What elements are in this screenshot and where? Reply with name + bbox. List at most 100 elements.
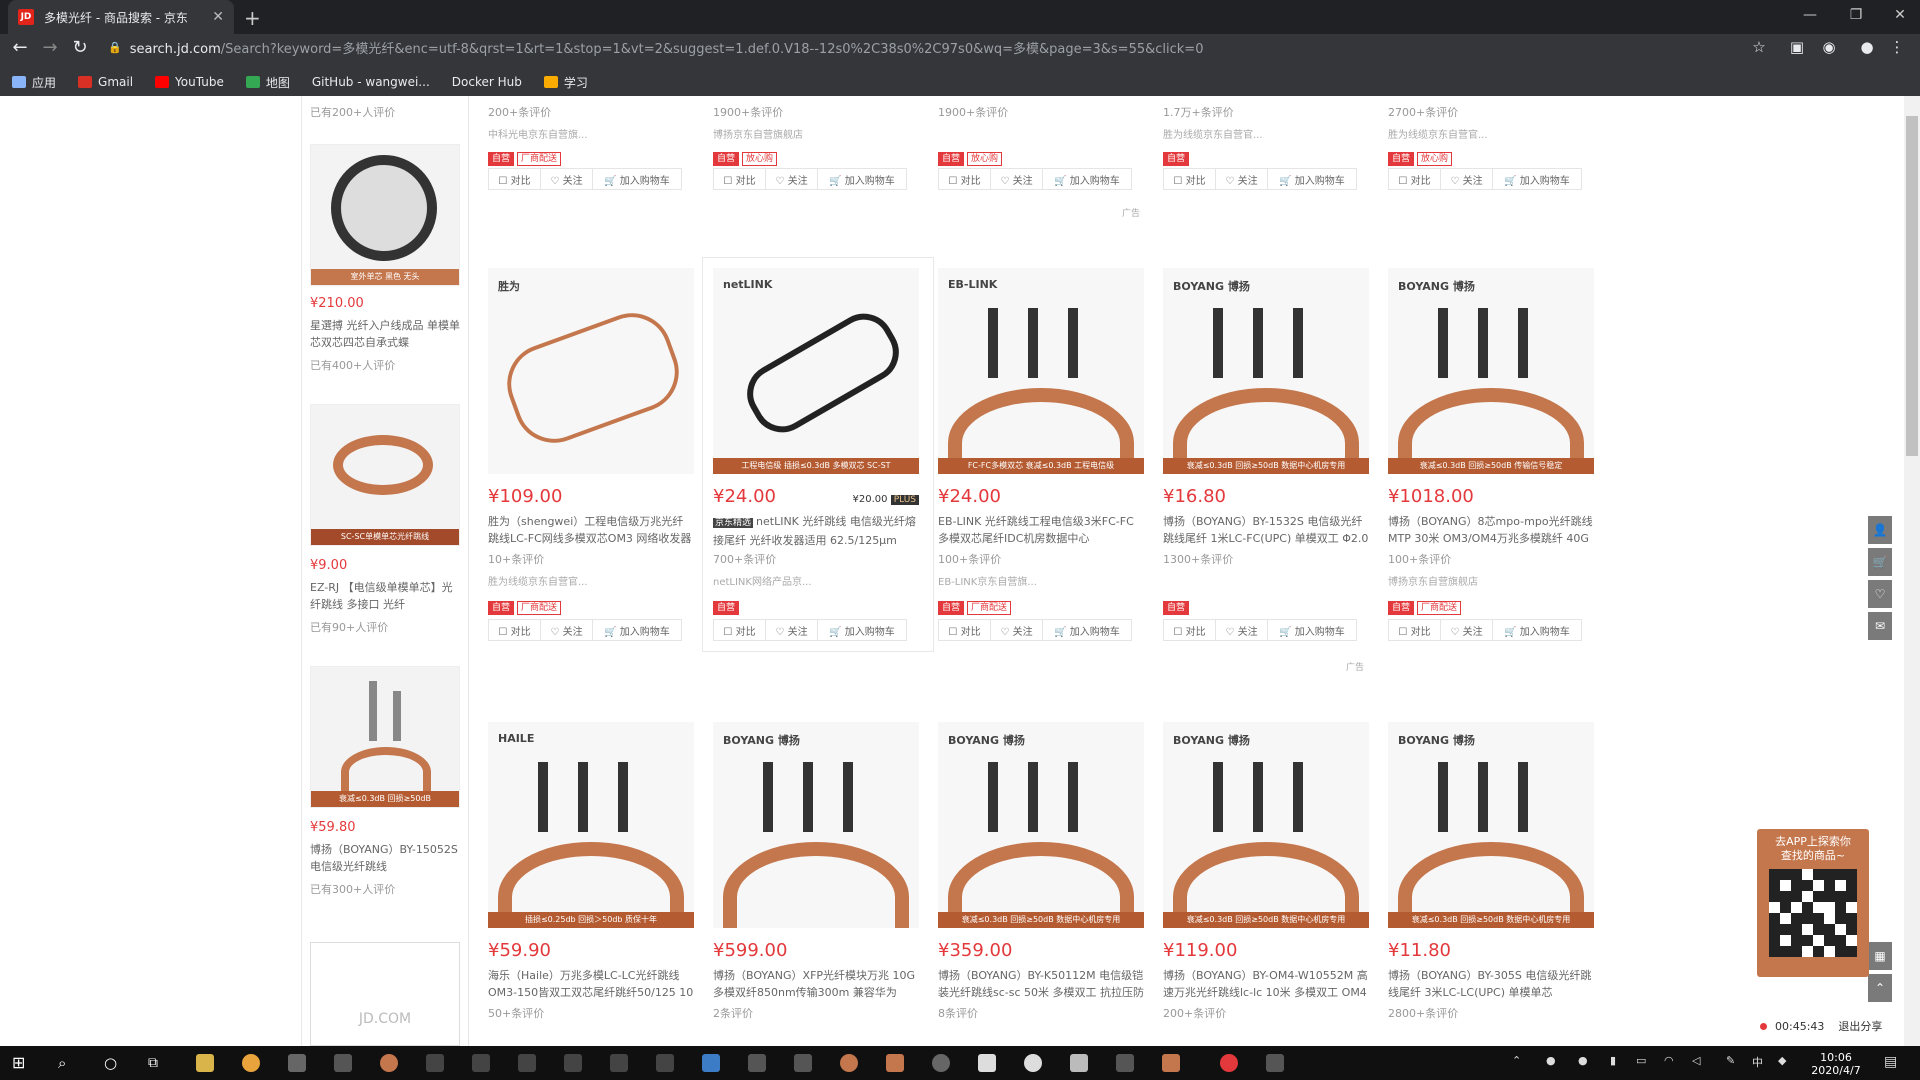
product-name[interactable]: 海乐（Haile）万兆多模LC-LC光纤跳线 OM3-150皆双工双芯尾纤跳纤5… [488, 967, 694, 1001]
windows-start-icon[interactable]: ⊞ [12, 1054, 30, 1072]
message-icon[interactable]: ✉ [1868, 612, 1892, 640]
bookmark-study[interactable]: 学习 [543, 74, 588, 91]
product-name[interactable]: 博扬（BOYANG）8芯mpo-mpo光纤跳线 MTP 30米 OM3/OM4万… [1388, 513, 1594, 547]
search-icon[interactable]: ⌕ [58, 1054, 76, 1072]
shop-name[interactable]: 胜为线缆京东自营官... [488, 573, 698, 587]
notification-icon[interactable]: ▤ [1884, 1054, 1897, 1070]
idea-icon[interactable] [518, 1054, 536, 1072]
app-icon-6[interactable] [932, 1054, 950, 1072]
product-name[interactable]: 博扬（BOYANG）BY-K50112M 电信级铠装光纤跳线sc-sc 50米 … [938, 967, 1144, 1001]
close-tab-icon[interactable]: ✕ [212, 9, 224, 25]
close-window-button[interactable]: ✕ [1878, 0, 1920, 30]
follow-button[interactable]: ♡ 关注 [766, 620, 818, 640]
menu-icon[interactable]: ⋮ [1888, 38, 1906, 56]
sidebar-item-2[interactable]: ¥9.00 EZ-RJ 【电信级单模单芯】光纤跳线 多接口 光纤 已有90+人评… [310, 558, 460, 635]
sidebar-name[interactable]: 博扬（BOYANG）BY-15052S 电信级光纤跳线 [310, 841, 460, 875]
compare-checkbox[interactable]: ☐ 对比 [939, 169, 991, 189]
heart-icon[interactable]: ♡ [1868, 580, 1892, 608]
add-to-cart-button[interactable]: 🛒 加入购物车 [1268, 620, 1356, 640]
chrome-icon[interactable] [242, 1054, 260, 1072]
cart-icon[interactable]: 🛒 [1868, 548, 1892, 576]
product-image[interactable]: BOYANG 博扬 衰减≤0.3dB 回损≥50dB 传输信号稳定 [1388, 268, 1594, 474]
app-icon-4[interactable] [840, 1054, 858, 1072]
compare-checkbox[interactable]: ☐ 对比 [714, 620, 766, 640]
tray-icon[interactable]: ● [1546, 1054, 1556, 1067]
back-button[interactable]: ← [6, 37, 34, 58]
store-icon[interactable] [288, 1054, 306, 1072]
follow-button[interactable]: ♡ 关注 [1441, 169, 1493, 189]
add-to-cart-button[interactable]: 🛒 加入购物车 [1493, 169, 1581, 189]
extension-icon-2[interactable]: ◉ [1820, 38, 1838, 56]
product-image[interactable]: EB-LINK FC-FC多模双芯 衰减≤0.3dB 工程电信级 [938, 268, 1144, 474]
bookmark-star-icon[interactable]: ☆ [1750, 38, 1768, 56]
product-image[interactable]: BOYANG 博扬 衰减≤0.3dB 回损≥50dB 数据中心机房专用 [938, 722, 1144, 928]
bookmark-gmail[interactable]: Gmail [78, 75, 133, 89]
tray-icon-3[interactable]: ◆ [1778, 1054, 1786, 1067]
product-image[interactable]: HAILE 插损≤0.25db 回损＞50db 质保十年 [488, 722, 694, 928]
sidebar-product-image-1[interactable]: 室外单芯 黑色 无头 [310, 144, 460, 286]
wifi-icon[interactable]: ◠ [1664, 1054, 1674, 1067]
follow-button[interactable]: ♡ 关注 [1441, 620, 1493, 640]
camera-icon[interactable] [794, 1054, 812, 1072]
sidebar-item-3[interactable]: ¥59.80 博扬（BOYANG）BY-15052S 电信级光纤跳线 已有300… [310, 820, 460, 897]
reload-button[interactable]: ↻ [66, 37, 94, 58]
product-name[interactable]: 博扬（BOYANG）BY-1532S 电信级光纤跳线尾纤 1米LC-FC(UPC… [1163, 513, 1369, 547]
app-icon-10[interactable] [1220, 1054, 1238, 1072]
vscode-icon[interactable] [702, 1054, 720, 1072]
goland-icon[interactable] [564, 1054, 582, 1072]
add-to-cart-button[interactable]: 🛒 加入购物车 [1043, 169, 1131, 189]
app-icon-7[interactable] [1024, 1054, 1042, 1072]
compare-checkbox[interactable]: ☐ 对比 [1389, 620, 1441, 640]
shop-name[interactable] [1163, 573, 1373, 587]
battery-icon[interactable]: ▭ [1636, 1054, 1646, 1067]
app-qr-box[interactable]: 去APP上探索你 查找的商品~ [1757, 829, 1869, 977]
product-image[interactable]: BOYANG 博扬 衰减≤0.3dB 回损≥50dB 数据中心机房专用 [1388, 722, 1594, 928]
app-icon-9[interactable] [1162, 1054, 1180, 1072]
onenote-icon[interactable] [978, 1054, 996, 1072]
follow-button[interactable]: ♡ 关注 [541, 169, 593, 189]
cortana-icon[interactable]: ○ [104, 1054, 122, 1072]
product-name[interactable]: 胜为（shengwei）工程电信级万兆光纤跳线LC-FC网线多模双芯OM3 网络… [488, 513, 694, 547]
pycharm-icon[interactable] [610, 1054, 628, 1072]
product-name[interactable]: 博扬（BOYANG）BY-OM4-W10552M 高速万兆光纤跳线lc-lc 1… [1163, 967, 1369, 1001]
add-to-cart-button[interactable]: 🛒 加入购物车 [593, 620, 681, 640]
shop-name[interactable] [938, 126, 1148, 140]
ime-indicator[interactable]: 中 [1752, 1054, 1763, 1070]
shop-name[interactable]: EB-LINK京东自营旗... [938, 573, 1148, 587]
grid-icon[interactable]: ▦ [1868, 942, 1892, 970]
compare-checkbox[interactable]: ☐ 对比 [1164, 620, 1216, 640]
bookmark-youtube[interactable]: YouTube [155, 75, 224, 89]
shop-name[interactable]: netLINK网络产品京... [713, 573, 923, 587]
system-clock[interactable]: 10:06 2020/4/7 [1810, 1051, 1862, 1077]
tray-chevron-icon[interactable]: ⌃ [1512, 1054, 1521, 1067]
compare-checkbox[interactable]: ☐ 对比 [1164, 169, 1216, 189]
restore-button[interactable]: ❐ [1834, 0, 1878, 30]
app-icon-11[interactable] [1266, 1054, 1284, 1072]
product-name[interactable]: EB-LINK 光纤跳线工程电信级3米FC-FC多模双芯尾纤IDC机房数据中心 [938, 513, 1144, 547]
product-image[interactable]: BOYANG 博扬 衰减≤0.3dB 回损≥50dB 数据中心机房专用 [1163, 268, 1369, 474]
extension-icon[interactable]: ▣ [1788, 38, 1806, 56]
exit-share-button[interactable]: 退出分享 [1838, 1018, 1882, 1034]
pen-icon[interactable]: ✎ [1726, 1054, 1735, 1067]
sidebar-name[interactable]: EZ-RJ 【电信级单模单芯】光纤跳线 多接口 光纤 [310, 579, 460, 613]
active-tab[interactable]: JD 多模光纤 - 商品搜索 - 京东 ✕ [8, 0, 234, 34]
sidebar-item-1[interactable]: ¥210.00 星選搏 光纤入户线成品 单模单芯双芯四芯自承式蝶 已有400+人… [310, 296, 460, 373]
add-to-cart-button[interactable]: 🛒 加入购物车 [1268, 169, 1356, 189]
shop-name[interactable]: 胜为线缆京东自营官... [1163, 126, 1373, 140]
follow-button[interactable]: ♡ 关注 [1216, 169, 1268, 189]
product-name[interactable]: 京东精选 netLINK 光纤跳线 电信级光纤熔接尾纤 光纤收发器适用 62.5/… [713, 513, 919, 547]
add-to-cart-button[interactable]: 🛒 加入购物车 [818, 620, 906, 640]
phpstorm-icon[interactable] [656, 1054, 674, 1072]
profile-icon[interactable]: ● [1858, 38, 1876, 56]
add-to-cart-button[interactable]: 🛒 加入购物车 [593, 169, 681, 189]
add-to-cart-button[interactable]: 🛒 加入购物车 [818, 169, 906, 189]
product-name[interactable]: 博扬（BOYANG）BY-305S 电信级光纤跳线尾纤 3米LC-LC(UPC)… [1388, 967, 1594, 1001]
bookmark-dockerhub[interactable]: Docker Hub [452, 75, 522, 89]
minimize-button[interactable]: — [1788, 0, 1832, 30]
shop-name[interactable]: 胜为线缆京东自营官... [1388, 126, 1598, 140]
compare-checkbox[interactable]: ☐ 对比 [714, 169, 766, 189]
app-icon-3[interactable] [748, 1054, 766, 1072]
microphone-icon[interactable]: ▮ [1610, 1054, 1616, 1067]
shop-name[interactable]: 博扬京东自营旗舰店 [713, 126, 923, 140]
excel-icon[interactable] [1116, 1054, 1134, 1072]
